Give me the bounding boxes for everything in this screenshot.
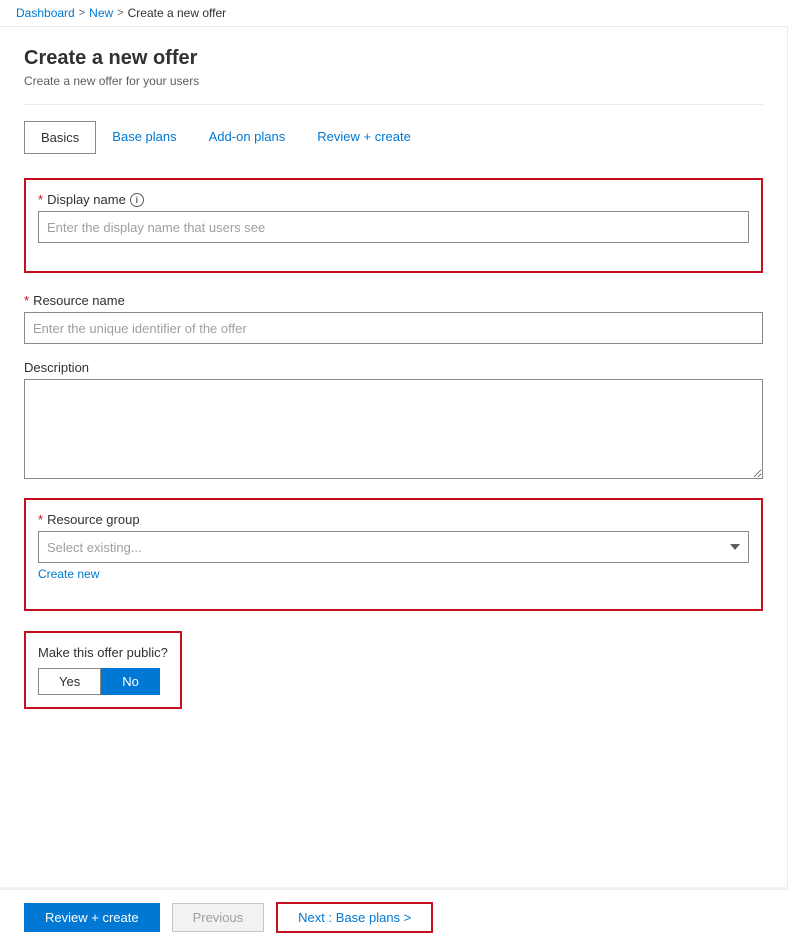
breadcrumb-dashboard[interactable]: Dashboard: [16, 6, 75, 20]
resource-group-select[interactable]: Select existing...: [38, 531, 749, 563]
description-field-group: Description: [24, 360, 763, 482]
main-content: Create a new offer Create a new offer fo…: [0, 27, 788, 887]
display-name-label: * Display name i: [38, 192, 749, 207]
description-input[interactable]: [24, 379, 763, 479]
display-name-field-group: * Display name i: [38, 192, 749, 243]
title-divider: [24, 104, 763, 105]
tab-add-on-plans[interactable]: Add-on plans: [193, 121, 302, 154]
footer: Review + create Previous Next : Base pla…: [0, 889, 788, 945]
description-label: Description: [24, 360, 763, 375]
breadcrumb-sep-2: >: [117, 7, 123, 19]
breadcrumb-bar: Dashboard > New > Create a new offer: [0, 0, 788, 27]
page-subtitle: Create a new offer for your users: [24, 74, 763, 88]
previous-button: Previous: [172, 903, 265, 932]
make-public-label: Make this offer public?: [38, 645, 168, 660]
tab-review-create[interactable]: Review + create: [301, 121, 427, 154]
page-title: Create a new offer: [24, 47, 763, 70]
description-label-text: Description: [24, 360, 89, 375]
resource-name-input[interactable]: [24, 312, 763, 344]
make-public-toggles: Yes No: [38, 668, 168, 695]
make-public-yes-button[interactable]: Yes: [38, 668, 101, 695]
resource-group-required: *: [38, 512, 43, 527]
resource-group-field-group: * Resource group Select existing... Crea…: [38, 512, 749, 581]
tab-basics[interactable]: Basics: [24, 121, 96, 154]
display-name-input[interactable]: [38, 211, 749, 243]
resource-name-required: *: [24, 293, 29, 308]
next-button[interactable]: Next : Base plans >: [276, 902, 433, 933]
display-name-required: *: [38, 192, 43, 207]
resource-name-label-text: Resource name: [33, 293, 125, 308]
breadcrumb-current: Create a new offer: [128, 6, 227, 20]
resource-name-label: * Resource name: [24, 293, 763, 308]
resource-group-section: * Resource group Select existing... Crea…: [24, 498, 763, 611]
review-create-button[interactable]: Review + create: [24, 903, 160, 932]
tab-base-plans[interactable]: Base plans: [96, 121, 192, 154]
resource-group-label: * Resource group: [38, 512, 749, 527]
display-name-label-text: Display name: [47, 192, 126, 207]
breadcrumb-sep-1: >: [79, 7, 85, 19]
resource-group-label-text: Resource group: [47, 512, 140, 527]
make-public-no-button[interactable]: No: [101, 668, 160, 695]
create-new-link[interactable]: Create new: [38, 567, 99, 581]
tab-bar: Basics Base plans Add-on plans Review + …: [24, 121, 763, 154]
breadcrumb-new[interactable]: New: [89, 6, 113, 20]
resource-name-field-group: * Resource name: [24, 293, 763, 344]
make-public-section: Make this offer public? Yes No: [24, 631, 182, 709]
display-name-section: * Display name i: [24, 178, 763, 273]
display-name-info-icon[interactable]: i: [130, 193, 144, 207]
